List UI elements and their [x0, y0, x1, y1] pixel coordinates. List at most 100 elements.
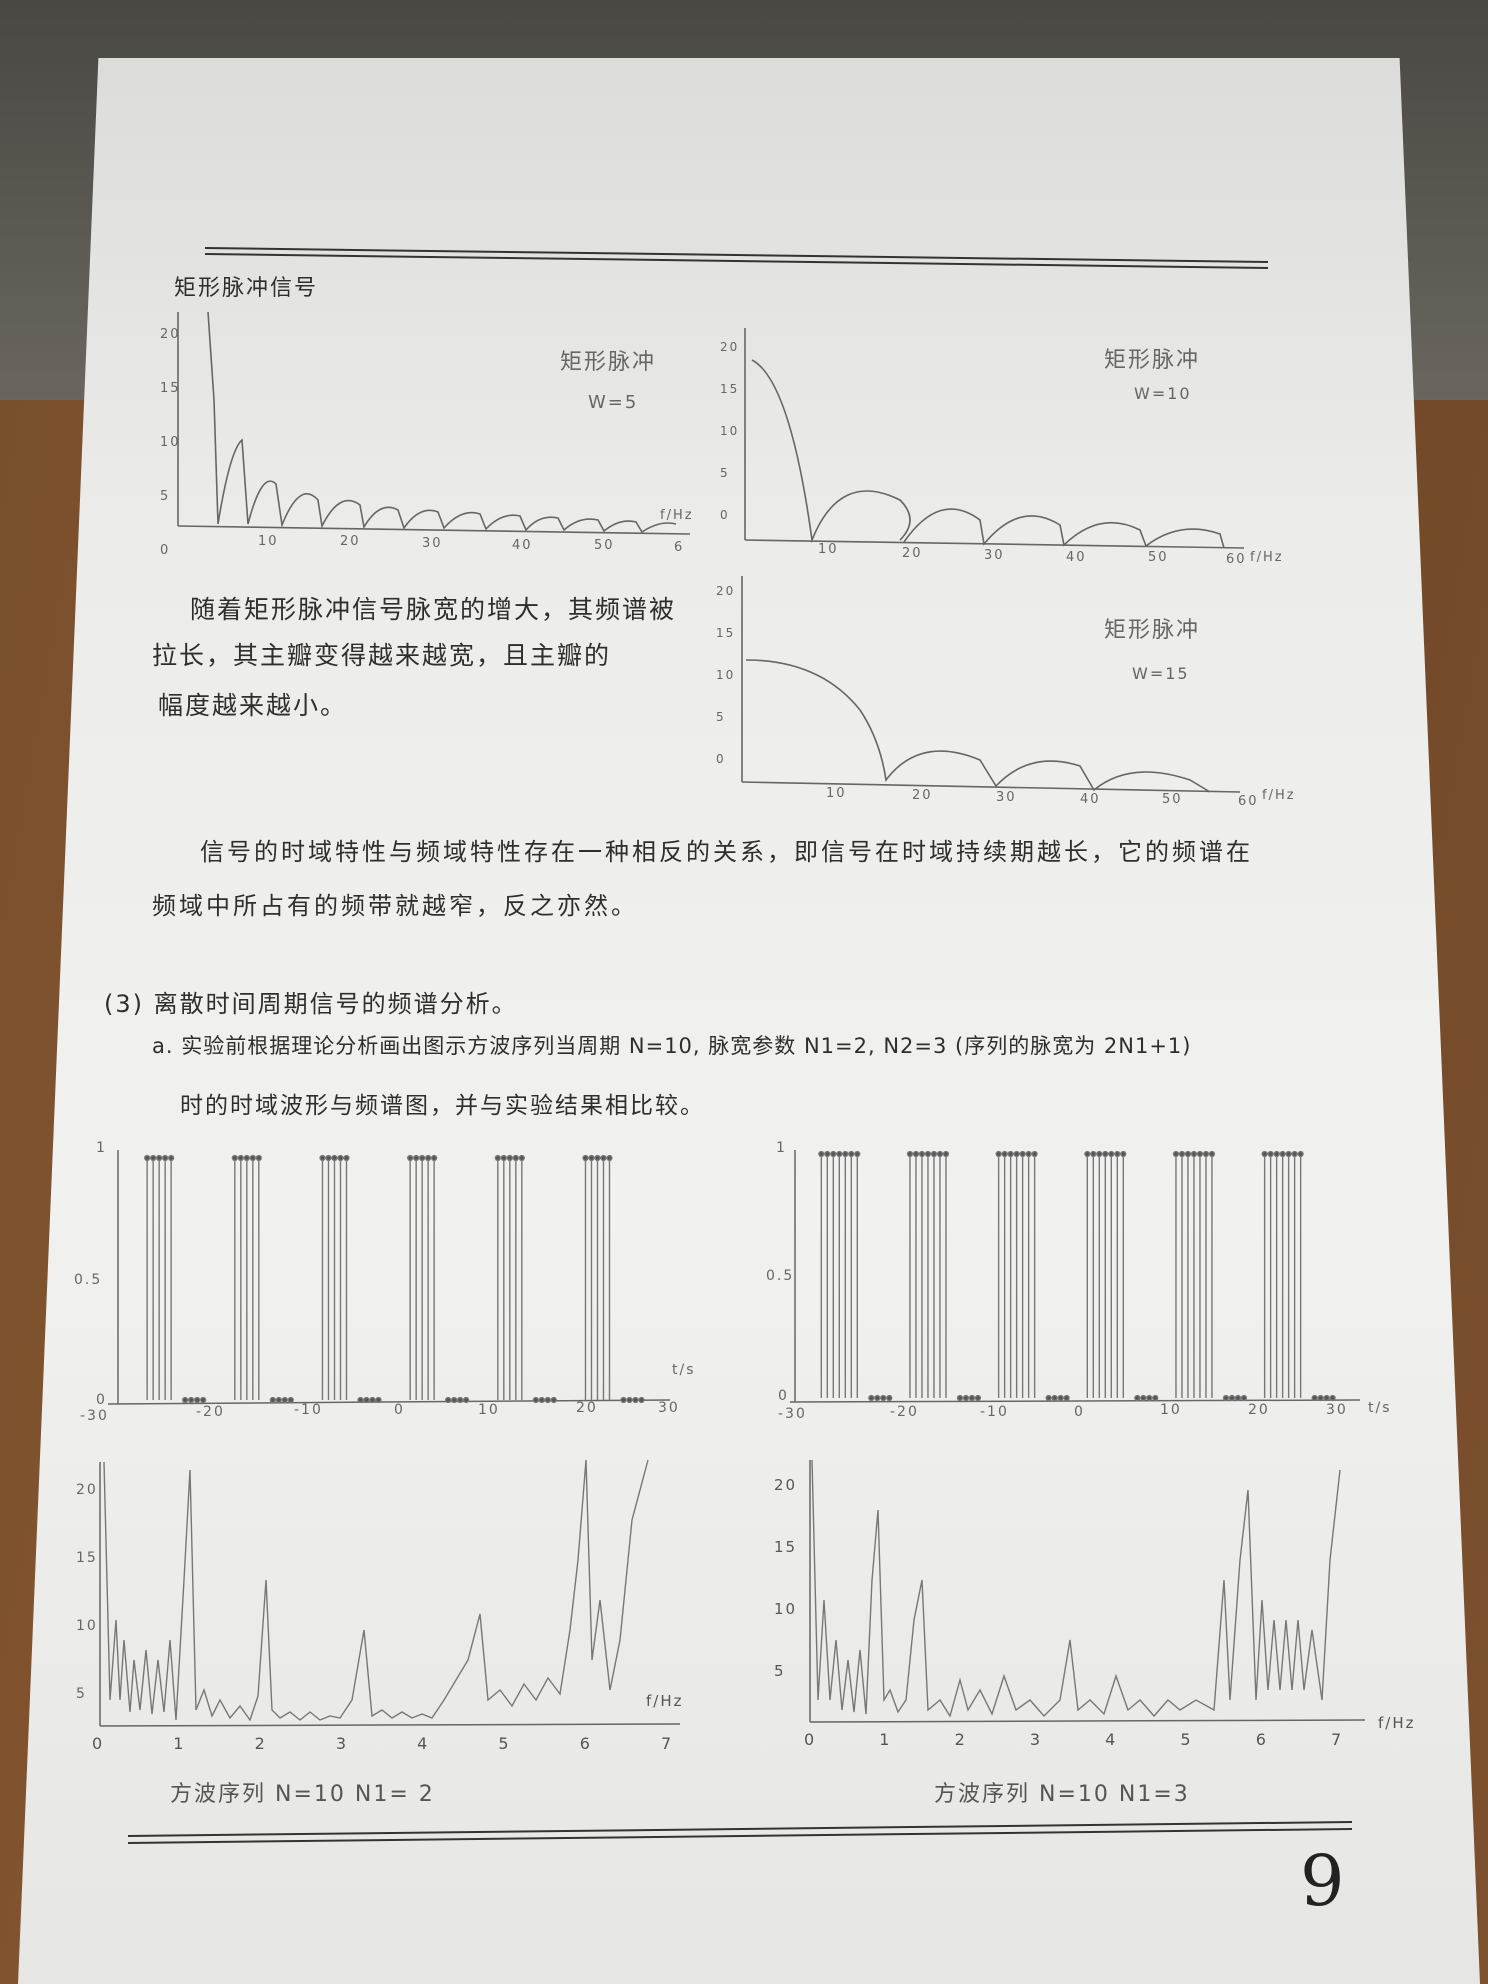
- section3-item-a-line2: 时的时域波形与频谱图，并与实验结果相比较。: [180, 1093, 705, 1119]
- stem-dot-high: [588, 1154, 595, 1162]
- stem-dot-high: [518, 1154, 525, 1162]
- stem-dot-high: [237, 1154, 244, 1162]
- stem-left-x-4: 0: [394, 1402, 405, 1418]
- chart1-label: 矩形脉冲: [560, 350, 657, 375]
- stem-dot-low: [194, 1396, 201, 1404]
- stem-dot-high: [995, 1150, 1002, 1158]
- stem-dot-high: [836, 1150, 843, 1158]
- stem-dot-high: [1196, 1150, 1204, 1158]
- stem-left-x-unit: t/s: [672, 1362, 696, 1378]
- stem-dot-high: [1178, 1150, 1186, 1158]
- stem-dot-low: [868, 1394, 875, 1402]
- stem-dot-low: [188, 1396, 195, 1404]
- stem-dot-high: [1261, 1150, 1268, 1158]
- stem-left-x-1: -30: [80, 1408, 109, 1424]
- stem-right-x-2: -20: [890, 1404, 919, 1420]
- stem-left-x-5: 10: [478, 1402, 500, 1418]
- paragraph1-line1: 随着矩形脉冲信号脉宽的增大，其频谱被: [190, 595, 677, 624]
- stem-dot-high: [1096, 1150, 1103, 1158]
- stem-dot-low: [886, 1394, 893, 1402]
- bottom-rule: [127, 1821, 1353, 1844]
- chart3-x-tick-5: 50: [1162, 792, 1183, 807]
- stem-dot-low: [287, 1396, 294, 1404]
- chart3-y-ticks: 20 15 10 5 0: [716, 584, 736, 766]
- chart1-y-ticks: 20 15 10 5 0: [160, 327, 181, 558]
- stem-dot-low: [1051, 1394, 1058, 1402]
- stem-dot-low: [620, 1396, 627, 1404]
- chart3-x-tick-3: 30: [996, 790, 1017, 805]
- chart3-axes: [741, 576, 1241, 793]
- stem-right-axes: [789, 1150, 1361, 1403]
- stem-dot-high: [319, 1154, 326, 1162]
- stem-dot-high: [506, 1154, 513, 1162]
- stem-dot-low: [638, 1396, 645, 1404]
- chart2-x-tick-1: 10: [818, 542, 839, 557]
- chart3-x-tick-2: 20: [912, 788, 933, 803]
- stem-dot-high: [1172, 1150, 1180, 1158]
- stem-dot-low: [457, 1396, 464, 1404]
- stem-dot-high: [582, 1154, 589, 1162]
- stem-dot-low: [1329, 1394, 1336, 1402]
- stem-left-x-3: -10: [294, 1402, 323, 1418]
- stem-right-x-unit: t/s: [1368, 1400, 1392, 1416]
- stem-dot-high: [912, 1150, 920, 1158]
- stem-dot-high: [1001, 1150, 1008, 1158]
- stem-dot-high: [331, 1154, 338, 1162]
- spec-left-axes: [99, 1462, 681, 1727]
- stem-dot-low: [182, 1396, 189, 1404]
- stem-dot-low: [1228, 1394, 1236, 1402]
- stem-dot-high: [842, 1150, 849, 1158]
- spec-left-caption: 方波序列 N=10 N1= 2: [170, 1782, 435, 1807]
- stem-dot-low: [544, 1396, 551, 1404]
- stem-dot-high: [500, 1154, 507, 1162]
- stem-dot-high: [1114, 1150, 1121, 1158]
- stem-left-x-2: -20: [196, 1404, 225, 1420]
- stem-dot-low: [974, 1394, 982, 1402]
- stem-left-x-6: 20: [576, 1400, 598, 1416]
- chart3-label: 矩形脉冲: [1104, 618, 1201, 643]
- chart1-x-unit: f/Hz: [660, 508, 694, 523]
- stem-dot-high: [1291, 1150, 1298, 1158]
- stem-dot-high: [1202, 1150, 1210, 1158]
- chart1-x-tick-4: 40: [512, 538, 533, 553]
- stem-dot-high: [1279, 1150, 1286, 1158]
- stem-dot-high: [1208, 1150, 1216, 1158]
- stem-dot-high: [1013, 1150, 1020, 1158]
- stem-right-stems: [818, 1150, 1336, 1402]
- stem-dot-low: [369, 1396, 376, 1404]
- spec-right-curve: [811, 1459, 1341, 1718]
- stem-left-stems: [144, 1154, 645, 1404]
- stem-dot-high: [1090, 1150, 1097, 1158]
- stem-dot-low: [626, 1396, 633, 1404]
- stem-dot-low: [357, 1396, 364, 1404]
- stem-dot-low: [1152, 1394, 1159, 1402]
- stem-dot-high: [1108, 1150, 1115, 1158]
- chart1-x-tick-2: 20: [340, 534, 361, 549]
- chart3-x-tick-6: 60: [1238, 794, 1259, 809]
- spec-left-y-ticks: 20 15 10 5: [76, 1482, 98, 1702]
- stem-dot-low: [451, 1396, 458, 1404]
- stem-left-y-1: 1: [96, 1140, 107, 1156]
- stem-dot-high: [1084, 1150, 1091, 1158]
- stem-dot-high: [1267, 1150, 1274, 1158]
- stem-dot-high: [337, 1154, 344, 1162]
- chart2-label: 矩形脉冲: [1104, 348, 1201, 373]
- chart2-param: W=10: [1134, 384, 1192, 403]
- top-rule: [204, 247, 1269, 269]
- stem-dot-low: [269, 1396, 276, 1404]
- stem-dot-high: [930, 1150, 938, 1158]
- spec-right-y-ticks: 20 15 10 5: [774, 1476, 798, 1680]
- stem-dot-low: [281, 1396, 288, 1404]
- stem-right-x-7: 30: [1326, 1402, 1348, 1418]
- stem-dot-low: [1323, 1394, 1330, 1402]
- stem-dot-high: [407, 1154, 414, 1162]
- stem-dot-low: [275, 1396, 282, 1404]
- stem-dot-low: [1140, 1394, 1147, 1402]
- chart3-x-tick-4: 40: [1080, 792, 1101, 807]
- chart2-x-tick-4: 40: [1066, 550, 1087, 565]
- chart2-x-tick-2: 20: [902, 546, 923, 561]
- chart1-x-tick-1: 10: [258, 534, 279, 549]
- stem-dot-high: [600, 1154, 607, 1162]
- stem-dot-low: [1234, 1394, 1242, 1402]
- spec-right-caption: 方波序列 N=10 N1=3: [934, 1782, 1190, 1807]
